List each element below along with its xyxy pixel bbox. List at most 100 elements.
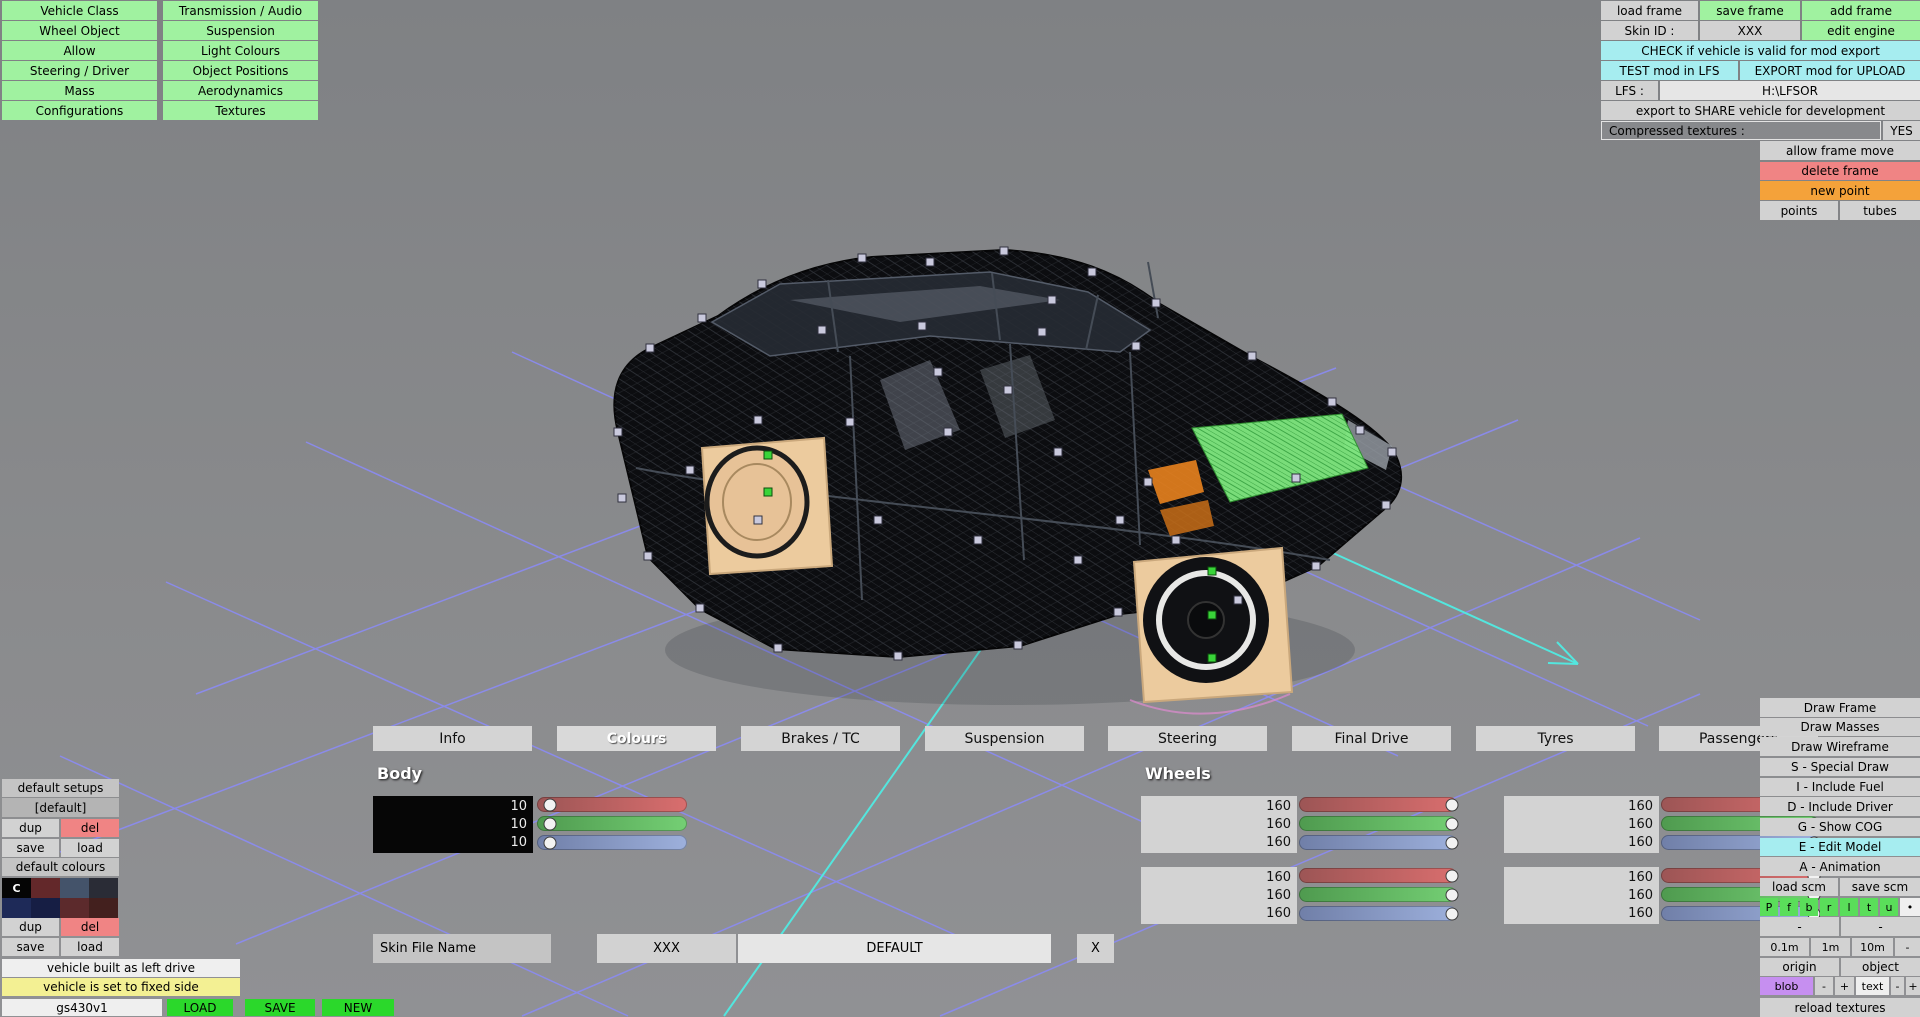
reload-textures-button[interactable]: reload textures bbox=[1760, 998, 1920, 1017]
menu-mass[interactable]: Mass bbox=[2, 81, 157, 100]
lfs-path-field[interactable]: H:\LFSOR bbox=[1660, 81, 1920, 100]
menu-suspension[interactable]: Suspension bbox=[163, 21, 318, 40]
delete-frame-button[interactable]: delete frame bbox=[1760, 162, 1920, 180]
setup-dup-button[interactable]: dup bbox=[2, 819, 59, 837]
palette-swatch[interactable] bbox=[60, 878, 89, 898]
body-colour-swatch[interactable]: 10 10 10 bbox=[373, 796, 533, 853]
skin-id-button[interactable]: XXX bbox=[597, 934, 736, 963]
wheel-blue-slider[interactable] bbox=[1299, 835, 1459, 850]
load-scm-button[interactable]: load scm bbox=[1760, 878, 1838, 896]
draw-frame-button[interactable]: Draw Frame bbox=[1760, 698, 1920, 717]
menu-light-colours[interactable]: Light Colours bbox=[163, 41, 318, 60]
setup-load-button[interactable]: load bbox=[61, 839, 119, 857]
tab-steering[interactable]: Steering bbox=[1108, 726, 1267, 751]
draw-masses-button[interactable]: Draw Masses bbox=[1760, 718, 1920, 736]
setup-item-default[interactable]: [default] bbox=[2, 798, 119, 817]
view-u-button[interactable]: u bbox=[1880, 898, 1898, 916]
scale-dash-button[interactable]: - bbox=[1895, 938, 1920, 956]
slider-handle[interactable] bbox=[1445, 888, 1459, 901]
slider-handle[interactable] bbox=[543, 836, 557, 849]
3d-viewport[interactable] bbox=[0, 0, 1920, 1017]
menu-aerodynamics[interactable]: Aerodynamics bbox=[163, 81, 318, 100]
compressed-textures-toggle[interactable]: YES bbox=[1883, 121, 1920, 140]
wheel-colour-swatch[interactable]: 160 160 160 bbox=[1504, 796, 1659, 853]
test-mod-button[interactable]: TEST mod in LFS bbox=[1601, 61, 1738, 80]
view-dot-button[interactable]: • bbox=[1900, 898, 1920, 916]
save-frame-button[interactable]: save frame bbox=[1700, 1, 1800, 20]
save-scm-button[interactable]: save scm bbox=[1840, 878, 1920, 896]
draw-wireframe-button[interactable]: Draw Wireframe bbox=[1760, 737, 1920, 756]
allow-frame-move-button[interactable]: allow frame move bbox=[1760, 141, 1920, 160]
scale-10m-button[interactable]: 10m bbox=[1852, 938, 1893, 956]
wheel-blue-slider[interactable] bbox=[1299, 906, 1459, 921]
setup-save-button[interactable]: save bbox=[2, 839, 59, 857]
palette-swatch[interactable] bbox=[89, 898, 118, 918]
palette-swatch[interactable] bbox=[31, 898, 60, 918]
show-cog-button[interactable]: G - Show COG bbox=[1760, 818, 1920, 836]
tab-final-drive[interactable]: Final Drive bbox=[1292, 726, 1451, 751]
scale-01m-button[interactable]: 0.1m bbox=[1760, 938, 1809, 956]
slider-handle[interactable] bbox=[1445, 907, 1459, 920]
text-plus-button[interactable]: + bbox=[1906, 977, 1920, 995]
view-l-button[interactable]: l bbox=[1840, 898, 1858, 916]
text-button[interactable]: text bbox=[1856, 977, 1889, 995]
wheel-colour-swatch[interactable]: 160 160 160 bbox=[1504, 867, 1659, 924]
menu-configurations[interactable]: Configurations bbox=[2, 101, 157, 120]
colour-load-button[interactable]: load bbox=[61, 938, 119, 956]
tubes-button[interactable]: tubes bbox=[1840, 201, 1920, 220]
menu-textures[interactable]: Textures bbox=[163, 101, 318, 120]
export-mod-button[interactable]: EXPORT mod for UPLOAD bbox=[1740, 61, 1920, 80]
tab-colours[interactable]: Colours bbox=[557, 726, 716, 751]
colour-save-button[interactable]: save bbox=[2, 938, 59, 956]
skin-id-value[interactable]: XXX bbox=[1700, 21, 1800, 40]
palette-swatch[interactable] bbox=[89, 878, 118, 898]
menu-transmission-audio[interactable]: Transmission / Audio bbox=[163, 1, 318, 20]
share-export-button[interactable]: export to SHARE vehicle for development bbox=[1601, 101, 1920, 120]
tab-suspension[interactable]: Suspension bbox=[925, 726, 1084, 751]
view-b-button[interactable]: b bbox=[1800, 898, 1818, 916]
tab-info[interactable]: Info bbox=[373, 726, 532, 751]
step-minus-left[interactable]: - bbox=[1760, 917, 1839, 936]
view-p-button[interactable]: P bbox=[1760, 898, 1778, 916]
origin-button[interactable]: origin bbox=[1760, 958, 1839, 976]
vehicle-load-button[interactable]: LOAD bbox=[167, 999, 233, 1016]
menu-allow[interactable]: Allow bbox=[2, 41, 157, 60]
view-f-button[interactable]: f bbox=[1780, 898, 1798, 916]
vehicle-save-button[interactable]: SAVE bbox=[245, 999, 315, 1016]
wheel-red-slider[interactable] bbox=[1299, 868, 1459, 883]
edit-engine-button[interactable]: edit engine bbox=[1802, 21, 1920, 40]
skin-name-field[interactable]: DEFAULT bbox=[738, 934, 1051, 963]
wheel-green-slider[interactable] bbox=[1299, 887, 1459, 902]
slider-handle[interactable] bbox=[1445, 798, 1459, 811]
new-point-button[interactable]: new point bbox=[1760, 181, 1920, 200]
body-red-slider[interactable] bbox=[537, 797, 687, 812]
load-frame-button[interactable]: load frame bbox=[1601, 1, 1698, 20]
blob-plus-button[interactable]: + bbox=[1835, 977, 1854, 995]
scale-1m-button[interactable]: 1m bbox=[1811, 938, 1850, 956]
left-drive-status[interactable]: vehicle built as left drive bbox=[2, 959, 240, 977]
view-t-button[interactable]: t bbox=[1860, 898, 1878, 916]
blob-minus-button[interactable]: - bbox=[1815, 977, 1833, 995]
palette-swatch[interactable] bbox=[31, 878, 60, 898]
palette-swatch[interactable]: C bbox=[2, 878, 31, 898]
tab-brakes-tc[interactable]: Brakes / TC bbox=[741, 726, 900, 751]
include-driver-button[interactable]: D - Include Driver bbox=[1760, 797, 1920, 816]
slider-handle[interactable] bbox=[1445, 836, 1459, 849]
points-button[interactable]: points bbox=[1760, 201, 1838, 220]
step-minus-right[interactable]: - bbox=[1841, 917, 1920, 936]
add-frame-button[interactable]: add frame bbox=[1802, 1, 1920, 20]
menu-object-positions[interactable]: Object Positions bbox=[163, 61, 318, 80]
slider-handle[interactable] bbox=[543, 817, 557, 830]
slider-handle[interactable] bbox=[543, 798, 557, 811]
vehicle-new-button[interactable]: NEW bbox=[322, 999, 394, 1016]
view-r-button[interactable]: r bbox=[1820, 898, 1838, 916]
menu-wheel-object[interactable]: Wheel Object bbox=[2, 21, 157, 40]
check-valid-button[interactable]: CHECK if vehicle is valid for mod export bbox=[1601, 41, 1920, 60]
tab-tyres[interactable]: Tyres bbox=[1476, 726, 1635, 751]
setup-del-button[interactable]: del bbox=[61, 819, 119, 837]
wheel-colour-swatch[interactable]: 160 160 160 bbox=[1141, 867, 1297, 924]
blob-button[interactable]: blob bbox=[1760, 977, 1813, 995]
colour-del-button[interactable]: del bbox=[61, 918, 119, 936]
palette-swatch[interactable] bbox=[2, 898, 31, 918]
edit-model-button[interactable]: E - Edit Model bbox=[1760, 838, 1920, 856]
